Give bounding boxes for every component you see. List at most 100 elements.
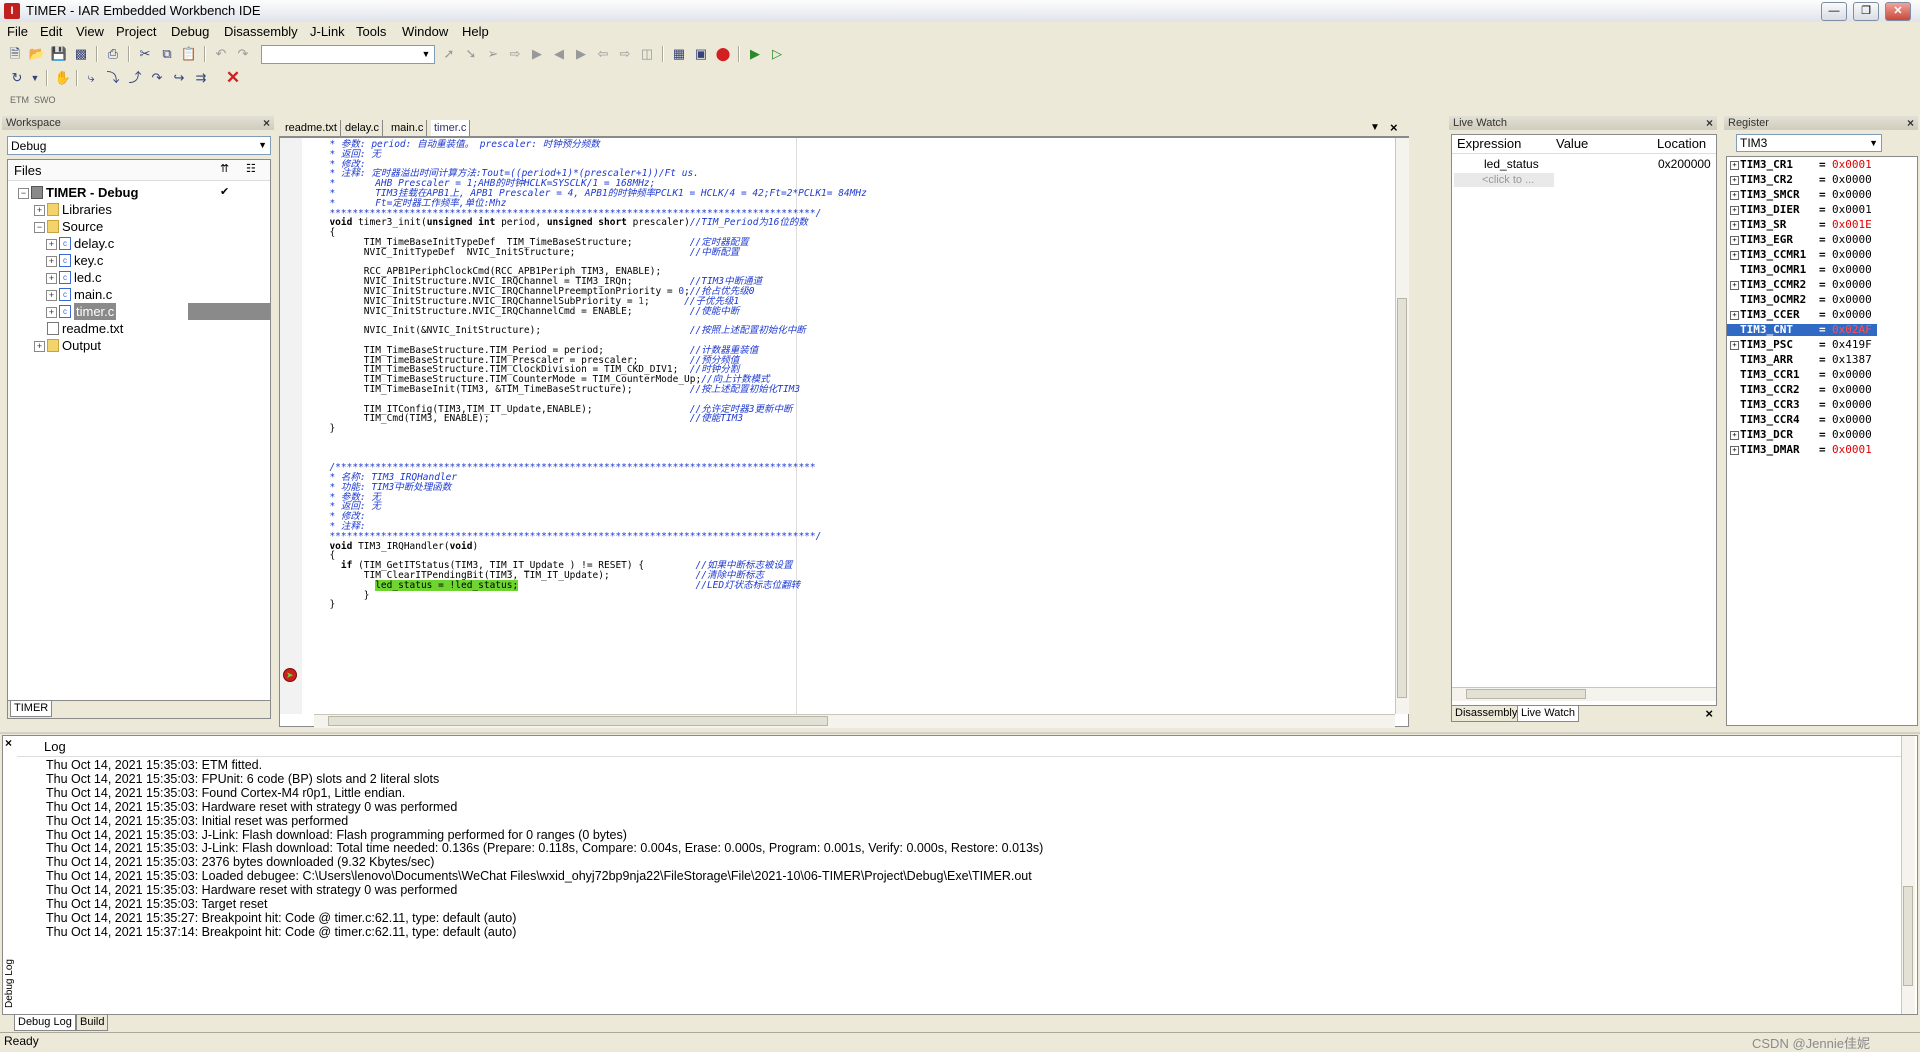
step-over-icon[interactable]: ⤷ bbox=[82, 69, 100, 87]
expand-icon[interactable]: + bbox=[46, 273, 57, 284]
register-value[interactable]: 0x0000 bbox=[1832, 413, 1872, 426]
tab-timer[interactable]: TIMER bbox=[10, 701, 53, 717]
goto-icon[interactable]: ⇨ bbox=[506, 45, 524, 63]
minimize-button[interactable]: — bbox=[1821, 2, 1847, 21]
register-value[interactable]: 0x0000 bbox=[1832, 368, 1872, 381]
tab-debug-log[interactable]: Debug Log bbox=[14, 1015, 76, 1031]
register-row[interactable]: + TIM3_PSC = 0x419F bbox=[1727, 338, 1877, 351]
run-to-cursor-icon[interactable]: ↪ bbox=[170, 69, 188, 87]
expand-icon[interactable]: + bbox=[34, 205, 45, 216]
tree-item[interactable]: − TIMER - Debug ✔ bbox=[8, 184, 270, 201]
save-all-icon[interactable]: ▩ bbox=[72, 45, 90, 63]
col-location[interactable]: Location bbox=[1657, 135, 1706, 153]
register-row[interactable]: TIM3_CCR2 = 0x0000 bbox=[1727, 383, 1877, 396]
config-icon[interactable]: ☷ bbox=[246, 162, 256, 175]
expand-icon[interactable]: + bbox=[46, 307, 57, 318]
tab-delay[interactable]: delay.c bbox=[342, 120, 384, 136]
register-value[interactable]: 0x0001 bbox=[1832, 158, 1872, 171]
register-row[interactable]: + TIM3_DCR = 0x0000 bbox=[1727, 428, 1877, 441]
register-row[interactable]: + TIM3_CR2 = 0x0000 bbox=[1727, 173, 1877, 186]
register-value[interactable]: 0x0000 bbox=[1832, 428, 1872, 441]
collapse-icon[interactable]: − bbox=[18, 188, 29, 199]
register-row[interactable]: TIM3_CNT = 0x02AF bbox=[1727, 323, 1877, 337]
tab-build[interactable]: Build bbox=[76, 1015, 109, 1031]
tab-readme[interactable]: readme.txt bbox=[282, 120, 341, 136]
open-folder-icon[interactable]: 📂 bbox=[28, 45, 46, 63]
expand-icon[interactable]: + bbox=[1730, 311, 1739, 320]
watch-add-placeholder[interactable]: <click to ... bbox=[1454, 173, 1554, 187]
register-row[interactable]: + TIM3_CCMR2 = 0x0000 bbox=[1727, 278, 1877, 291]
register-row[interactable]: TIM3_OCMR2 = 0x0000 bbox=[1727, 293, 1877, 306]
tree-item[interactable]: + c delay.c bbox=[8, 235, 270, 252]
log-header[interactable]: Log bbox=[44, 739, 66, 754]
paste-icon[interactable]: 📋 bbox=[180, 45, 198, 63]
register-row[interactable]: + TIM3_CCMR1 = 0x0000 bbox=[1727, 248, 1877, 261]
live-watch-hscroll-thumb[interactable] bbox=[1466, 689, 1586, 699]
register-row[interactable]: + TIM3_CR1 = 0x0001 bbox=[1727, 158, 1877, 171]
break-icon[interactable]: ✋ bbox=[54, 69, 72, 87]
close-icon[interactable]: × bbox=[1706, 116, 1713, 130]
tree-item[interactable]: + c timer.c bbox=[8, 303, 270, 320]
expand-icon[interactable]: + bbox=[46, 290, 57, 301]
menu-jlink[interactable]: J-Link bbox=[306, 24, 349, 39]
debug-no-download-icon[interactable]: ▷ bbox=[768, 45, 786, 63]
tree-item[interactable]: + Libraries bbox=[8, 201, 270, 218]
register-value[interactable]: 0x419F bbox=[1832, 338, 1872, 351]
register-row[interactable]: TIM3_CCR1 = 0x0000 bbox=[1727, 368, 1877, 381]
menu-help[interactable]: Help bbox=[458, 24, 493, 39]
find-prev-icon[interactable]: ➘ bbox=[462, 45, 480, 63]
menu-tools[interactable]: Tools bbox=[352, 24, 390, 39]
expand-icon[interactable]: + bbox=[1730, 251, 1739, 260]
editor-vscroll[interactable] bbox=[1395, 138, 1409, 714]
register-row[interactable]: + TIM3_DIER = 0x0001 bbox=[1727, 203, 1877, 216]
redo-icon[interactable]: ↷ bbox=[234, 45, 252, 63]
reset-icon[interactable]: ↻ bbox=[8, 69, 26, 87]
find-all-icon[interactable]: ➢ bbox=[484, 45, 502, 63]
tree-item[interactable]: + c led.c bbox=[8, 269, 270, 286]
register-value[interactable]: 0x0000 bbox=[1832, 263, 1872, 276]
register-value[interactable]: 0x0001 bbox=[1832, 203, 1872, 216]
tab-scroll-icon[interactable]: ▼ bbox=[1370, 122, 1380, 133]
close-button[interactable]: ✕ bbox=[1885, 2, 1911, 21]
register-row[interactable]: + TIM3_SR = 0x001E bbox=[1727, 218, 1877, 231]
editor-gutter[interactable] bbox=[280, 138, 303, 714]
menu-window[interactable]: Window bbox=[398, 24, 452, 39]
etm-label[interactable]: ETM bbox=[10, 95, 29, 105]
menu-disassembly[interactable]: Disassembly bbox=[220, 24, 302, 39]
log-vscroll[interactable] bbox=[1901, 736, 1915, 1014]
menu-project[interactable]: Project bbox=[112, 24, 160, 39]
register-value[interactable]: 0x0000 bbox=[1832, 308, 1872, 321]
register-value[interactable]: 0x0000 bbox=[1832, 398, 1872, 411]
splitter[interactable] bbox=[0, 732, 1920, 734]
expand-icon[interactable]: + bbox=[46, 256, 57, 267]
tab-timer-c[interactable]: timer.c bbox=[431, 120, 471, 136]
expand-icon[interactable]: + bbox=[1730, 446, 1739, 455]
find-combo[interactable]: ▼ bbox=[261, 45, 435, 64]
tree-item[interactable]: + c main.c bbox=[8, 286, 270, 303]
go-icon[interactable]: ⇉ bbox=[192, 69, 210, 87]
menu-debug[interactable]: Debug bbox=[167, 24, 213, 39]
col-expression[interactable]: Expression bbox=[1457, 135, 1521, 153]
copy-icon[interactable]: ⧉ bbox=[158, 45, 176, 63]
tab-main[interactable]: main.c bbox=[388, 120, 428, 136]
register-row[interactable]: TIM3_CCR3 = 0x0000 bbox=[1727, 398, 1877, 411]
make-icon[interactable]: ▦ bbox=[670, 45, 688, 63]
register-row[interactable]: + TIM3_CCER = 0x0000 bbox=[1727, 308, 1877, 321]
undo-icon[interactable]: ↶ bbox=[212, 45, 230, 63]
expand-icon[interactable]: + bbox=[1730, 206, 1739, 215]
log-vscroll-thumb[interactable] bbox=[1903, 886, 1913, 986]
expand-icon[interactable]: + bbox=[1730, 191, 1739, 200]
expand-icon[interactable]: + bbox=[34, 341, 45, 352]
editor-hscroll[interactable] bbox=[314, 714, 1395, 728]
nav-forward-icon[interactable]: ▶ bbox=[572, 45, 590, 63]
expand-icon[interactable]: + bbox=[1730, 161, 1739, 170]
close-icon[interactable]: × bbox=[5, 736, 12, 750]
menu-file[interactable]: File bbox=[3, 24, 32, 39]
register-value[interactable]: 0x0000 bbox=[1832, 248, 1872, 261]
find-next-icon[interactable]: ➚ bbox=[440, 45, 458, 63]
tree-item[interactable]: − Source bbox=[8, 218, 270, 235]
breakpoint-icon[interactable]: ➤ bbox=[283, 668, 297, 682]
register-group-select[interactable]: TIM3 ▼ bbox=[1736, 134, 1882, 152]
expand-icon[interactable]: + bbox=[46, 239, 57, 250]
tree-item[interactable]: + c key.c bbox=[8, 252, 270, 269]
